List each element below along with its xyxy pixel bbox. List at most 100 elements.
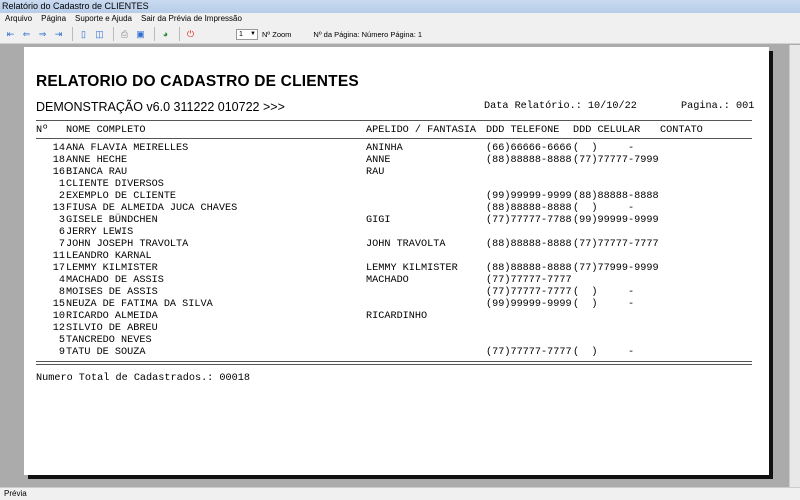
row-number: 5 [58,335,65,346]
menu-pagina[interactable]: Página [41,13,66,25]
print-icon[interactable]: ⎙ [118,28,131,41]
row-name: EXEMPLO DE CLIENTE [66,191,177,202]
row-number: 17 [52,263,65,274]
row-telefone: (99)99999-9999 [486,299,572,310]
close-icon[interactable]: ⏻ [184,28,197,41]
row-telefone: (77)77777-7788 [486,215,572,226]
menu-suporte[interactable]: Suporte e Ajuda [75,13,132,25]
menu-bar: Arquivo Página Suporte e Ajuda Sair da P… [0,13,800,25]
row-apelido: RAU [366,167,385,178]
row-name: BIANCA RAU [66,167,128,178]
two-pages-icon[interactable]: ◫ [93,28,106,41]
row-name: FIUSA DE ALMEIDA JUCA CHAVES [66,203,238,214]
row-name: SILVIO DE ABREU [66,323,158,334]
row-apelido: GIGI [366,215,391,226]
table-row: 15 NEUZA DE FATIMA DA SILVA (99)99999-9999… [24,299,769,311]
zoom-select[interactable]: 1 ▼ [236,28,258,40]
header-contato: CONTATO [660,125,703,136]
row-number: 11 [52,251,65,262]
table-row: 3 GISELE BÜNDCHEN GIGI (77)77777-7788 (99)99… [24,215,769,227]
row-name: MOISES DE ASSIS [66,287,158,298]
total-count: Numero Total de Cadastrados.: 00018 [36,373,250,384]
zoom-value: 1 [239,30,243,38]
last-page-icon[interactable]: ⇥ [52,28,65,41]
header-apelido: APELIDO / FANTASIA [366,125,477,136]
page-number-label: Nº da Página: Número Página: 1 [313,29,423,39]
table-row: 6 JERRY LEWIS [24,227,769,239]
table-row: 18 ANNE HECHE ANNE (88)88888-8888 (77)77777-… [24,155,769,167]
row-name: ANNE HECHE [66,155,128,166]
report-page: RELATORIO DO CADASTRO DE CLIENTES DEMONS… [24,47,769,475]
separator [113,27,114,41]
prev-page-icon[interactable]: ⇐ [20,28,33,41]
next-page-icon[interactable]: ⇒ [36,28,49,41]
header-name: NOME COMPLETO [66,125,146,136]
row-telefone: (88)88888-8888 [486,203,572,214]
row-name: JERRY LEWIS [66,227,134,238]
vertical-scrollbar[interactable] [789,45,800,487]
row-apelido: MACHADO [366,275,409,286]
table-row: 10 RICARDO ALMEIDA RICARDINHO [24,311,769,323]
row-number: 9 [58,347,65,358]
row-number: 12 [52,323,65,334]
save-icon[interactable]: ▣ [134,28,147,41]
header-num: Nº [36,125,49,136]
separator [179,27,180,41]
first-page-icon[interactable]: ⇤ [4,28,17,41]
row-telefone: (77)77777-7777 [486,275,572,286]
status-bar: Prévia [0,487,800,500]
toolbar: ⇤ ⇐ ⇒ ⇥ ▯ ◫ ⎙ ▣ ◕ ⏻ 1 ▼ Nº Zoom Nº da Pág… [0,25,800,44]
row-number: 13 [52,203,65,214]
table-header: Nº NOME COMPLETO APELIDO / FANTASIA DDD … [24,125,769,137]
row-number: 14 [52,143,65,154]
row-celular: (88)88888-8888 [573,191,659,202]
divider [36,138,752,139]
row-telefone: (66)66666-6666 [486,143,572,154]
row-celular: ( ) - [573,287,635,298]
row-number: 4 [58,275,65,286]
menu-sair[interactable]: Sair da Prévia de Impressão [141,13,242,25]
table-row: 7 JOHN JOSEPH TRAVOLTA JOHN TRAVOLTA (88)88… [24,239,769,251]
row-celular: (77)77777-7777 [573,239,659,250]
row-celular: ( ) - [573,203,635,214]
row-telefone: (77)77777-7777 [486,287,572,298]
row-name: LEMMY KILMISTER [66,263,158,274]
window-title: Relatório do Cadastro de CLIENTES [0,0,800,13]
row-name: GISELE BÜNDCHEN [66,215,158,226]
row-name: TANCREDO NEVES [66,335,152,346]
row-name: TATU DE SOUZA [66,347,146,358]
report-title: RELATORIO DO CADASTRO DE CLIENTES [36,73,359,90]
table-row: 16 BIANCA RAU RAU [24,167,769,179]
table-row: 13 FIUSA DE ALMEIDA JUCA CHAVES (88)88888-… [24,203,769,215]
row-telefone: (99)99999-9999 [486,191,572,202]
table-row: 12 SILVIO DE ABREU [24,323,769,335]
divider [36,120,752,121]
row-name: JOHN JOSEPH TRAVOLTA [66,239,189,250]
zoom-label: Nº Zoom [262,29,292,39]
table-row: 14 ANA FLAVIA MEIRELLES ANINHA (66)66666-66… [24,143,769,155]
separator [154,27,155,41]
row-name: NEUZA DE FATIMA DA SILVA [66,299,213,310]
row-number: 16 [52,167,65,178]
table-row: 1 CLIENTE DIVERSOS [24,179,769,191]
export-icon[interactable]: ◕ [159,28,172,41]
row-apelido: LEMMY KILMISTER [366,263,458,274]
chevron-down-icon: ▼ [250,30,256,37]
row-apelido: ANNE [366,155,391,166]
row-celular: ( ) - [573,347,635,358]
row-celular: ( ) - [573,299,635,310]
row-telefone: (88)88888-8888 [486,263,572,274]
single-page-icon[interactable]: ▯ [77,28,90,41]
row-number: 15 [52,299,65,310]
menu-arquivo[interactable]: Arquivo [5,13,32,25]
table-row: 2 EXEMPLO DE CLIENTE (99)99999-9999 (88)888… [24,191,769,203]
row-number: 6 [58,227,65,238]
table-row: 8 MOISES DE ASSIS (77)77777-7777( ) - [24,287,769,299]
row-number: 1 [58,179,65,190]
row-number: 7 [58,239,65,250]
row-telefone: (88)88888-8888 [486,239,572,250]
row-number: 18 [52,155,65,166]
row-celular: (99)99999-9999 [573,215,659,226]
row-apelido: ANINHA [366,143,403,154]
row-apelido: JOHN TRAVOLTA [366,239,446,250]
